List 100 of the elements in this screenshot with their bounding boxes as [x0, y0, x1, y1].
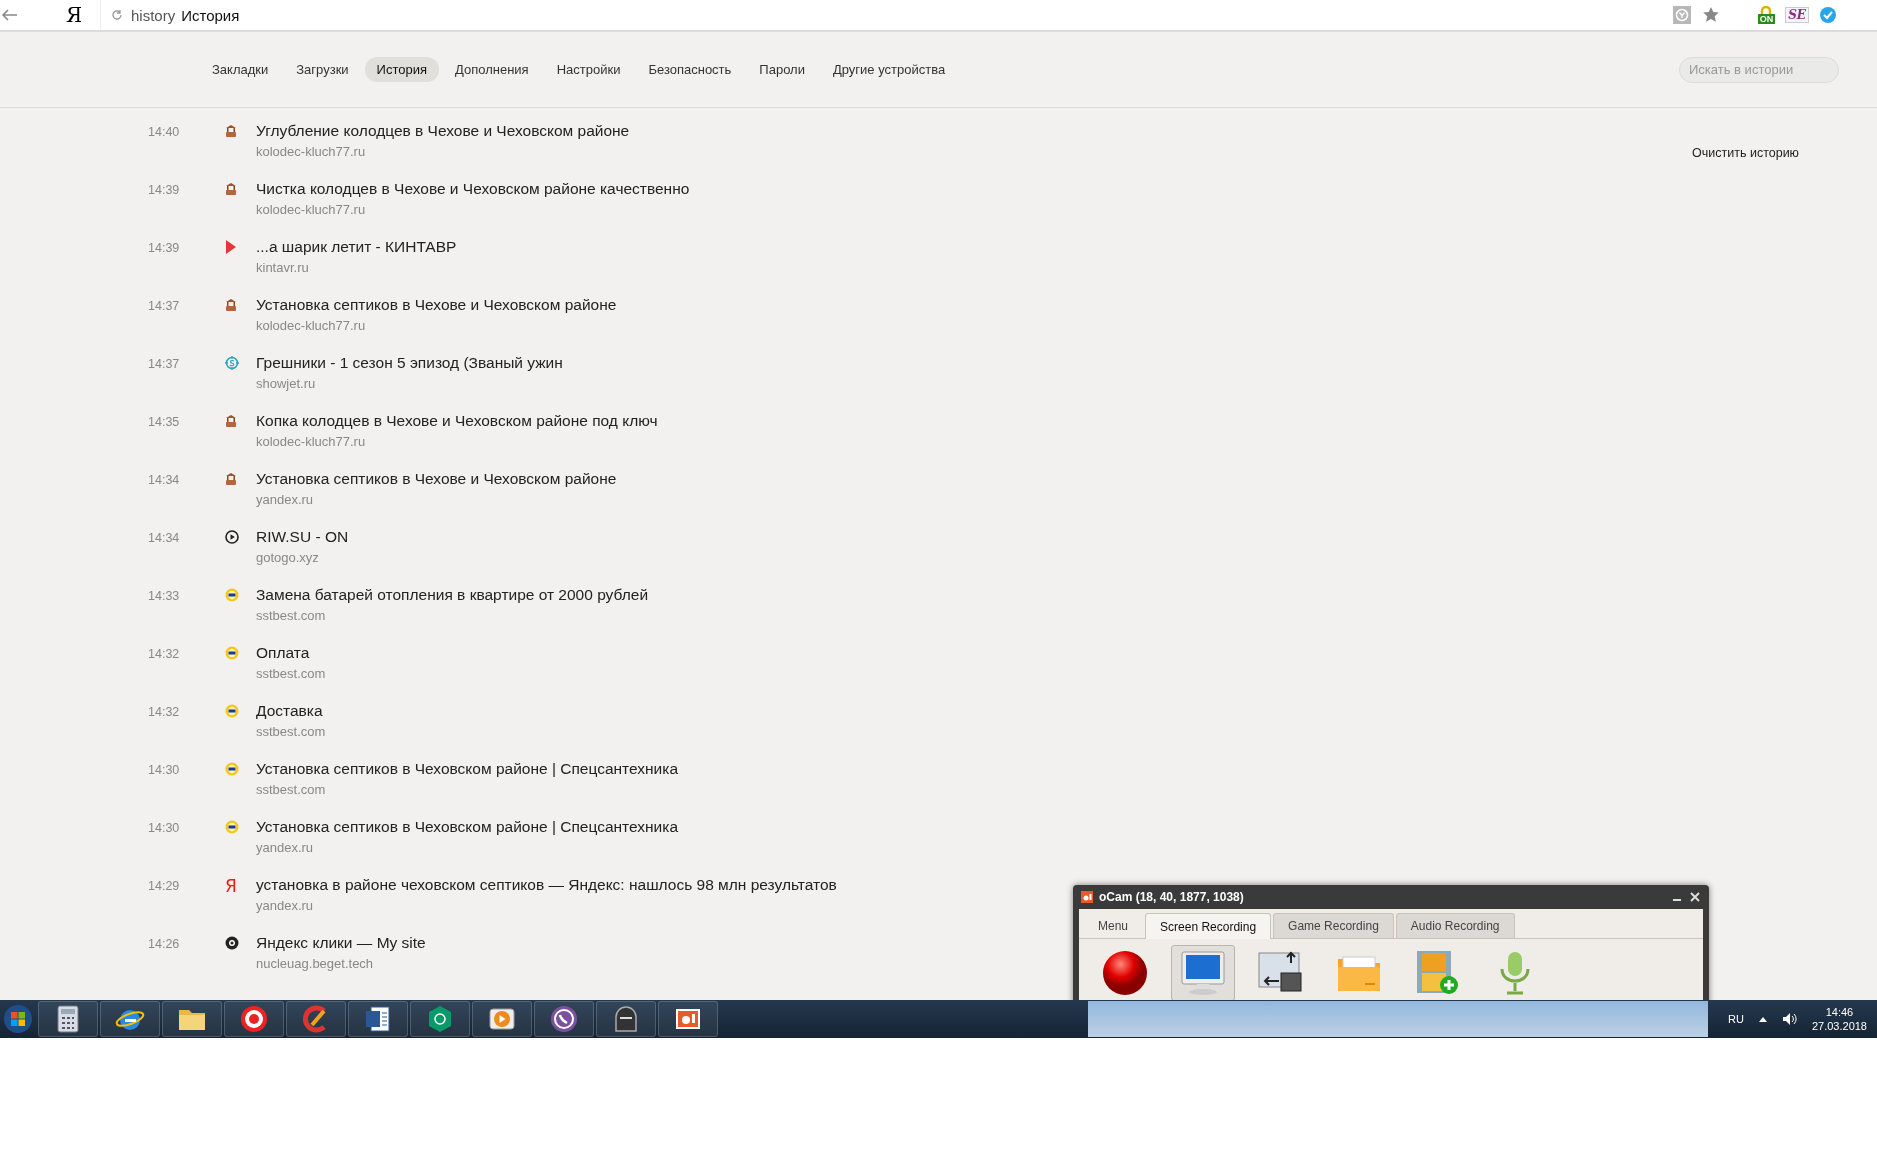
history-link[interactable]: Оплата [256, 644, 310, 662]
lock-icon [1759, 6, 1774, 14]
window-tab[interactable]: Screen Recording [1145, 913, 1272, 939]
nav-tab[interactable]: Безопасность [636, 57, 744, 82]
history-link[interactable]: Грешники - 1 сезон 5 эпизод (Званый ужин [256, 354, 563, 372]
window-title: oCam (18, 40, 1877, 1038) [1099, 890, 1245, 904]
site-domain: kolodec-kluch77.ru [256, 434, 366, 449]
shield-icon[interactable] [427, 1005, 453, 1033]
history-link[interactable]: Яндекс клики — My site [256, 934, 426, 952]
site-domain: yandex.ru [256, 492, 314, 507]
visit-time: 14:32 [148, 704, 181, 719]
nav-tab[interactable]: Закладки [200, 57, 281, 82]
window-tab[interactable]: Audio Recording [1395, 913, 1515, 938]
phone-chat-icon[interactable] [550, 1005, 578, 1033]
visit-time: 14:40 [148, 124, 181, 139]
site-domain: sstbest.com [256, 724, 326, 739]
history-link[interactable]: ...а шарик летит - КИНТАВР [256, 238, 457, 256]
address-page-title: История [181, 6, 240, 24]
nav-tab[interactable]: История [364, 57, 439, 82]
sun-icon [225, 762, 239, 776]
back-arrow-icon[interactable] [0, 8, 18, 22]
reload-icon[interactable] [111, 9, 123, 21]
site-domain: showjet.ru [256, 376, 316, 391]
monitor-icon[interactable] [1179, 949, 1227, 997]
camera-icon[interactable] [675, 1007, 701, 1031]
visit-time: 14:33 [148, 588, 181, 603]
record-icon[interactable] [1101, 949, 1149, 997]
site-domain: kolodec-kluch77.ru [256, 144, 366, 159]
star-icon[interactable] [1701, 6, 1720, 24]
app-icon [1081, 891, 1093, 903]
clear-history-link[interactable]: Очистить историю [1692, 146, 1799, 160]
visit-time: 14:39 [148, 240, 181, 255]
media-player-icon[interactable] [488, 1006, 516, 1032]
start-orb-icon[interactable] [3, 1004, 33, 1034]
play-icon [225, 240, 237, 254]
visit-time: 14:37 [148, 298, 181, 313]
visit-time: 14:29 [148, 878, 181, 893]
calculator-icon[interactable] [56, 1005, 80, 1033]
close-icon[interactable] [1689, 891, 1701, 903]
visit-time: 14:34 [148, 530, 181, 545]
nav-tab[interactable]: Загрузки [284, 57, 361, 82]
sun-icon [225, 588, 239, 602]
well-icon [225, 414, 237, 428]
clock-time[interactable]: 14:46 [1825, 1006, 1854, 1018]
visit-time: 14:34 [148, 472, 181, 487]
speaker-icon[interactable] [1781, 1012, 1798, 1026]
clock-date[interactable]: 27.03.2018 [1811, 1020, 1867, 1032]
well-icon [225, 298, 237, 312]
nav-tab[interactable]: Дополнения [443, 57, 541, 82]
search-field[interactable]: Искать в истории [1679, 56, 1839, 83]
well-icon [225, 124, 237, 138]
site-domain: kolodec-kluch77.ru [256, 318, 366, 333]
site-domain: sstbest.com [256, 666, 326, 681]
history-link[interactable]: Установка септиков в Чеховском районе | Спецсантехника [256, 760, 678, 778]
history-link[interactable]: Доставка [256, 702, 323, 720]
language-indicator[interactable]: RU [1728, 1013, 1744, 1025]
history-link[interactable]: Чистка колодцев в Чехове и Чеховском районе качественно [256, 180, 690, 198]
history-link[interactable]: Углубление колодцев в Чехове и Чеховском районе [256, 122, 630, 140]
target-icon [225, 936, 239, 950]
history-link[interactable]: Установка септиков в Чехове и Чеховском районе [256, 470, 617, 488]
visit-time: 14:39 [148, 182, 181, 197]
sun-icon [225, 820, 239, 834]
window-tab[interactable]: Menu [1083, 913, 1144, 938]
ghost-icon[interactable] [612, 1005, 640, 1033]
visit-time: 14:37 [148, 356, 181, 371]
nav-tab[interactable]: Пароли [747, 57, 817, 82]
history-link[interactable]: Установка септиков в Чеховском районе | Спецсантехника [256, 818, 678, 836]
visit-time: 14:26 [148, 936, 181, 951]
nav-tab[interactable]: Другие устройства [820, 57, 958, 82]
history-link[interactable]: Замена батарей отопления в квартире от 2000 рублей [256, 586, 649, 604]
site-domain: sstbest.com [256, 782, 326, 797]
history-link[interactable]: установка в районе чеховском септиков — Яндекс: нашлось 98 млн результатов [256, 876, 837, 894]
site-domain: yandex.ru [256, 898, 314, 913]
check-icon[interactable] [1819, 6, 1837, 24]
sun-icon [225, 704, 239, 718]
window-tab[interactable]: Game Recording [1273, 913, 1394, 938]
extension-button[interactable]: SE [1785, 7, 1809, 23]
address-scheme: history [131, 6, 176, 24]
site-domain: sstbest.com [256, 608, 326, 623]
nav-tab[interactable]: Настройки [544, 57, 633, 82]
visit-time: 14:30 [148, 762, 181, 777]
history-link[interactable]: RIW.SU - ON [256, 528, 349, 546]
site-domain: yandex.ru [256, 840, 314, 855]
document-icon[interactable] [365, 1005, 391, 1033]
coin-icon [225, 356, 239, 370]
browser-icon[interactable] [240, 1005, 268, 1033]
well-icon [225, 472, 237, 486]
sun-icon [225, 646, 239, 660]
site-domain: kintavr.ru [256, 260, 309, 275]
site-domain: kolodec-kluch77.ru [256, 202, 366, 217]
caret-icon[interactable] [1757, 1015, 1768, 1023]
site-domain: gotogo.xyz [256, 550, 319, 565]
history-link[interactable]: Копка колодцев в Чехове и Чеховском районе под ключ [256, 412, 658, 430]
play-circle-icon [225, 530, 239, 544]
browser-logo[interactable]: Я [66, 3, 100, 27]
visit-time: 14:32 [148, 646, 181, 661]
visit-time: 14:30 [148, 820, 181, 835]
visit-time: 14:35 [148, 414, 181, 429]
history-link[interactable]: Установка септиков в Чехове и Чеховском районе [256, 296, 617, 314]
favicon-letter: Я [225, 878, 237, 895]
